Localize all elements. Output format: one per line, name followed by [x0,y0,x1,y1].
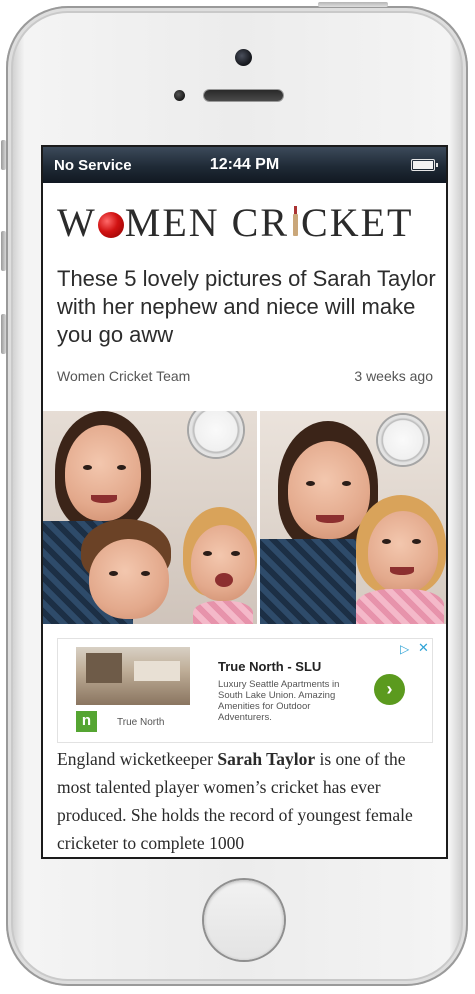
woman-eye-left [83,465,92,470]
woman-eye-right [117,465,126,470]
power-button [318,2,388,7]
cricket-bat-icon [289,206,301,238]
home-button[interactable] [204,880,284,960]
mute-switch [1,140,6,170]
advertisement[interactable]: n True North True North - SLU Luxury Sea… [57,638,433,743]
screen: No Service 12:44 PM W MEN CR CKET These 5 … [43,147,446,857]
ad-title[interactable]: True North - SLU [218,659,321,674]
woman-shirt [260,539,356,624]
boy-face [89,539,169,619]
status-bar: No Service 12:44 PM [43,147,446,183]
boy-eye-left [109,571,118,576]
article-date: 3 weeks ago [354,368,433,384]
woman-eye-left [306,481,315,486]
ad-apartment-image[interactable] [76,647,190,705]
body-player-name[interactable]: Sarah Taylor [217,749,315,769]
article-headline: These 5 lovely pictures of Sarah Taylor … [57,266,436,347]
girl-mouth [215,573,233,587]
article-author[interactable]: Women Cricket Team [57,368,190,384]
proximity-sensor [174,90,185,101]
logo-text-3: CKET [301,200,414,245]
article-photo-1[interactable] [43,411,257,624]
front-camera [235,49,252,66]
girl-eye-right [412,539,421,544]
ad-choices-icon[interactable]: ▷ [400,642,409,656]
article-photo-2[interactable] [260,411,446,624]
article-body: England wicketkeeper Sarah Taylor is one… [57,745,437,857]
woman-face [288,441,370,539]
boy-eye-right [141,571,150,576]
ad-brand-name[interactable]: True North [117,717,164,728]
site-logo[interactable]: W MEN CR CKET [57,199,437,249]
volume-down-button [1,314,6,354]
body-intro: England wicketkeeper [57,749,218,769]
girl-dress [193,601,253,624]
volume-up-button [1,231,6,271]
status-time: 12:44 PM [209,156,280,173]
ad-description: Luxury Seattle Apartments in South Lake … [218,679,340,723]
girl-eye-right [231,551,240,556]
earpiece-speaker [204,90,283,101]
battery-fill [413,161,433,169]
woman-smile [91,495,117,503]
chevron-right-icon[interactable]: › [374,674,405,705]
logo-text-2: MEN CR [124,200,290,245]
woman-eye-right [342,481,351,486]
girl-dress [356,589,444,624]
battery-icon [411,159,438,171]
girl-eye-left [203,551,212,556]
article-meta: Women Cricket Team 3 weeks ago [57,368,433,384]
girl-face [191,525,255,601]
ad-brand-logo[interactable]: n [76,711,97,732]
woman-face [65,425,141,521]
close-icon[interactable]: ✕ [418,640,429,656]
phone-frame: No Service 12:44 PM W MEN CR CKET These 5 … [1,2,468,986]
logo-text-1: W [57,200,97,245]
cricket-ball-icon [97,212,124,238]
woman-smile [316,515,344,523]
girl-smile [390,567,414,575]
wall-clock-image [378,415,428,465]
girl-eye-left [382,539,391,544]
girl-face [368,511,438,593]
